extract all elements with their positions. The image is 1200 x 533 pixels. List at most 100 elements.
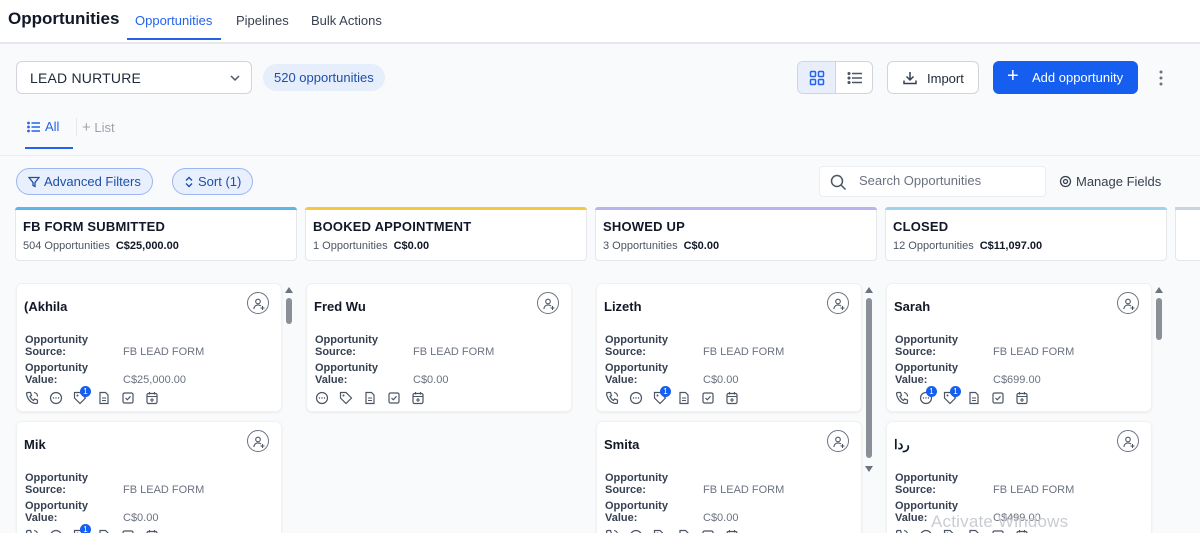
opportunity-source-row: Opportunity Source: FB LEAD FORM [25,334,204,358]
calendar-icon[interactable] [145,391,159,405]
add-list-label: List [94,120,115,135]
task-icon[interactable] [121,391,135,405]
opportunity-card[interactable]: Fred Wu Opportunity Source: FB LEAD FORM Op… [306,283,572,412]
board-view-button[interactable] [798,62,836,93]
stage-name: SHOWED UP [603,219,685,234]
contact-name[interactable]: Fred Wu [314,299,366,314]
sort-button[interactable]: Sort (1) [172,168,254,195]
chat-icon[interactable] [629,529,643,533]
list-view-button[interactable] [836,62,872,93]
tag-icon[interactable] [339,391,353,405]
stage-value: C$0.00 [393,240,430,252]
opportunity-card[interactable]: Smita Opportunity Source: FB LEAD FORM Oppo… [596,421,862,533]
task-icon[interactable] [991,391,1005,405]
scroll-down-arrow[interactable] [865,466,873,472]
user-add-icon [1123,436,1135,448]
contact-name[interactable]: Smita [604,437,639,452]
chat-icon[interactable] [49,391,63,405]
document-icon[interactable] [363,391,377,405]
document-icon[interactable] [97,529,111,533]
opportunity-value-row: Opportunity Value: C$0.00 [25,500,158,524]
phone-icon[interactable] [895,529,909,533]
opportunity-value: C$0.00 [123,512,159,524]
calendar-icon[interactable] [725,391,739,405]
scroll-up-arrow[interactable] [1155,287,1163,293]
stage-color-bar [15,207,297,210]
search-icon [830,174,847,191]
notification-badge: 1 [660,386,671,397]
assign-user-button[interactable] [827,430,849,452]
scrollbar-thumb[interactable] [286,298,292,324]
opportunity-value: C$0.00 [703,374,739,386]
phone-icon[interactable] [25,391,39,405]
stage-count: 504 Opportunities [23,240,110,252]
user-add-icon [253,436,265,448]
chat-icon[interactable] [629,391,643,405]
calendar-icon[interactable] [725,529,739,533]
document-icon[interactable] [677,391,691,405]
opportunity-source-value: FB LEAD FORM [703,346,785,358]
contact-name[interactable]: Sarah [894,299,930,314]
task-icon[interactable] [701,529,715,533]
tab-bulk-actions[interactable]: Bulk Actions [311,13,382,28]
stage-value: C$25,000.00 [115,240,179,252]
chat-icon[interactable] [49,529,63,533]
stage-header-next [1175,207,1200,261]
assign-user-button[interactable] [537,292,559,314]
document-icon[interactable] [967,391,981,405]
tab-opportunities[interactable]: Opportunities [135,13,212,28]
contact-name[interactable]: ردا [894,437,910,453]
stage-color-bar [305,207,587,210]
scrollbar-thumb[interactable] [866,298,872,458]
chat-icon[interactable] [315,391,329,405]
contact-name[interactable]: Lizeth [604,299,642,314]
chevron-down-icon [230,75,240,82]
scrollbar-thumb[interactable] [1156,298,1162,340]
download-icon [903,72,917,85]
opportunity-source-row: Opportunity Source: FB LEAD FORM [605,472,784,496]
search-input[interactable] [859,173,1039,188]
field-label: Opportunity Value: [315,362,378,386]
opportunity-source-value: FB LEAD FORM [123,484,205,496]
assign-user-button[interactable] [1117,430,1139,452]
task-icon[interactable] [121,529,135,533]
import-button[interactable]: Import [887,61,979,94]
calendar-icon[interactable] [1015,391,1029,405]
add-opportunity-button[interactable]: + Add opportunity [993,61,1138,94]
calendar-icon[interactable] [145,529,159,533]
phone-icon[interactable] [605,529,619,533]
pipeline-select[interactable]: LEAD NURTURE [16,61,252,94]
phone-icon[interactable] [895,391,909,405]
document-icon[interactable] [97,391,111,405]
manage-fields-button[interactable]: Manage Fields [1059,174,1161,189]
scroll-up-arrow[interactable] [865,287,873,293]
assign-user-button[interactable] [1117,292,1139,314]
opportunity-value-row: Opportunity Value: C$0.00 [315,362,448,386]
opportunity-card[interactable]: Lizeth Opportunity Source: FB LEAD FORM Opp… [596,283,862,412]
contact-name[interactable]: (Akhila [24,299,67,314]
subtab-all[interactable]: All [27,119,59,134]
task-icon[interactable] [701,391,715,405]
phone-icon[interactable] [605,391,619,405]
opportunity-card[interactable]: (Akhila Opportunity Source: FB LEAD FORM Op… [16,283,282,412]
contact-name[interactable]: Mik [24,437,46,452]
opportunity-card[interactable]: Sarah Opportunity Source: FB LEAD FORM Oppo… [886,283,1152,412]
more-options-icon[interactable] [1152,66,1170,90]
phone-icon[interactable] [25,529,39,533]
advanced-filters-button[interactable]: Advanced Filters [16,168,153,195]
calendar-icon[interactable] [411,391,425,405]
assign-user-button[interactable] [827,292,849,314]
scroll-up-arrow[interactable] [285,287,293,293]
opportunity-card[interactable]: Mik Opportunity Source: FB LEAD FORM Opport… [16,421,282,533]
add-list-tab[interactable]: + List [82,119,115,136]
assign-user-button[interactable] [247,292,269,314]
document-icon[interactable] [677,529,691,533]
opportunity-value: C$25,000.00 [123,374,186,386]
task-icon[interactable] [387,391,401,405]
tag-icon[interactable] [653,529,667,533]
assign-user-button[interactable] [247,430,269,452]
page-title: Opportunities [8,9,120,28]
opportunity-value: C$0.00 [413,374,449,386]
tab-pipelines[interactable]: Pipelines [236,13,289,28]
stage-header-showed-up: SHOWED UP 3 Opportunities C$0.00 [595,207,877,261]
